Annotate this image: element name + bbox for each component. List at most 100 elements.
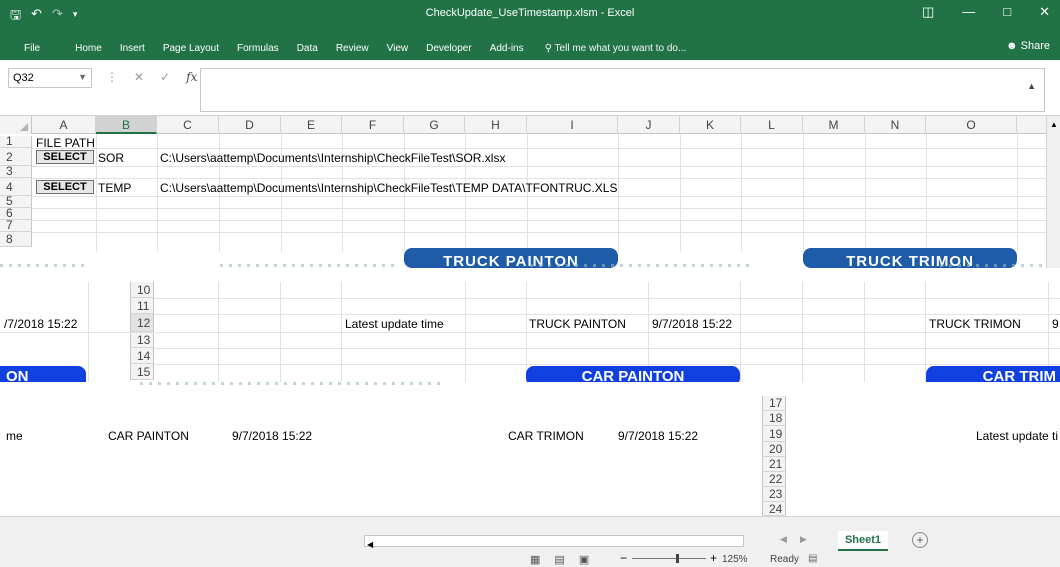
column-header-h[interactable]: H (465, 116, 527, 134)
zoom-thumb[interactable] (676, 554, 679, 563)
latest-update-fragment-right[interactable]: Latest update ti (976, 430, 1058, 442)
macro-recording-icon[interactable]: ▤ (808, 553, 817, 564)
row-header-7[interactable]: 7 (0, 219, 32, 232)
vertical-scrollbar[interactable]: ▲ (1046, 116, 1060, 276)
column-header-a[interactable]: A (32, 116, 96, 134)
left-fragment-button[interactable]: ON (0, 366, 86, 382)
car-trimon-label[interactable]: CAR TRIMON (508, 430, 584, 442)
car-painton-label[interactable]: CAR PAINTON (108, 430, 189, 442)
collapse-formula-icon[interactable]: ▲ (1027, 81, 1036, 91)
next-sheet-icon[interactable]: ▶ (800, 534, 807, 545)
row-header-23[interactable]: 23 (762, 487, 786, 502)
row-header-3[interactable]: 3 (0, 165, 32, 178)
column-header-i[interactable]: I (527, 116, 618, 134)
row-header-14[interactable]: 14 (130, 348, 154, 364)
row-header-10[interactable]: 10 (130, 282, 154, 298)
column-header-l[interactable]: L (741, 116, 803, 134)
tab-home[interactable]: Home (49, 43, 111, 54)
car-trimon-button[interactable]: CAR TRIM (926, 366, 1060, 382)
insert-function-icon[interactable]: fx (186, 70, 197, 84)
row-header-4[interactable]: 4 (0, 178, 32, 196)
chevron-down-icon[interactable]: ▼ (78, 72, 87, 82)
column-header-f[interactable]: F (342, 116, 404, 134)
minimize-icon[interactable]: — (962, 4, 975, 20)
tab-data[interactable]: Data (288, 43, 327, 54)
latest-update-label[interactable]: Latest update time (345, 318, 444, 330)
name-box[interactable]: Q32 ▼ (8, 68, 92, 88)
truck-trimon-timestamp[interactable]: 9 (1052, 318, 1059, 330)
column-header-d[interactable]: D (219, 116, 281, 134)
close-icon[interactable]: ✕ (1039, 4, 1050, 20)
zoom-level[interactable]: 125% (722, 554, 748, 565)
column-header-g[interactable]: G (404, 116, 465, 134)
ribbon-display-icon[interactable]: ◫ (922, 4, 934, 20)
row-header-18[interactable]: 18 (762, 411, 786, 426)
truck-trimon-label[interactable]: TRUCK TRIMON (929, 318, 1021, 330)
car-painton-timestamp[interactable]: 9/7/2018 15:22 (232, 430, 312, 442)
enter-icon[interactable]: ✓ (160, 70, 170, 84)
tab-formulas[interactable]: Formulas (228, 43, 288, 54)
row-header-5[interactable]: 5 (0, 195, 32, 208)
tell-me-box[interactable]: ⚲ Tell me what you want to do... (533, 43, 687, 54)
scroll-left-icon[interactable]: ◀ (365, 540, 373, 549)
row-header-2[interactable]: 2 (0, 148, 32, 166)
page-layout-view-icon[interactable]: ▤ (554, 553, 564, 566)
row-header-19[interactable]: 19 (762, 426, 786, 442)
cell-c2[interactable]: C:\Users\aattemp\Documents\Internship\Ch… (160, 152, 505, 164)
tab-add-ins[interactable]: Add-ins (481, 43, 533, 54)
row-header-8[interactable]: 8 (0, 232, 32, 247)
row-header-6[interactable]: 6 (0, 207, 32, 220)
cell-a1[interactable]: FILE PATH (36, 137, 95, 149)
share-button[interactable]: ☻ Share (1006, 40, 1050, 52)
select-all-corner[interactable] (0, 116, 32, 134)
prev-sheet-icon[interactable]: ◀ (780, 534, 787, 545)
zoom-slider[interactable]: − + (620, 551, 720, 565)
formula-input[interactable]: ▲ (200, 68, 1045, 112)
worksheet-grid[interactable]: A B C D E F G H I J K L M N O 1 2 3 4 5 … (0, 116, 1060, 516)
column-header-m[interactable]: M (803, 116, 865, 134)
cell-b2[interactable]: SOR (98, 152, 124, 164)
tab-insert[interactable]: Insert (111, 43, 154, 54)
latest-update-fragment[interactable]: me (6, 430, 23, 442)
tab-page-layout[interactable]: Page Layout (154, 43, 228, 54)
timestamp-left[interactable]: /7/2018 15:22 (4, 318, 77, 330)
page-break-view-icon[interactable]: ▣ (579, 553, 589, 566)
row-header-13[interactable]: 13 (130, 332, 154, 348)
car-trimon-timestamp[interactable]: 9/7/2018 15:22 (618, 430, 698, 442)
column-header-b[interactable]: B (96, 116, 157, 134)
column-header-c[interactable]: C (157, 116, 219, 134)
select-sor-button[interactable]: SELECT (36, 150, 94, 164)
car-painton-button[interactable]: CAR PAINTON (526, 366, 740, 382)
sheet-tab-sheet1[interactable]: Sheet1 (838, 531, 888, 551)
maximize-icon[interactable]: □ (1003, 4, 1011, 20)
row-header-12[interactable]: 12 (130, 314, 154, 332)
scroll-up-icon[interactable]: ▲ (1047, 120, 1058, 129)
cell-c4[interactable]: C:\Users\aattemp\Documents\Internship\Ch… (160, 182, 617, 194)
tab-view[interactable]: View (378, 43, 418, 54)
row-header-20[interactable]: 20 (762, 442, 786, 457)
zoom-in-icon[interactable]: + (710, 551, 717, 565)
select-temp-button[interactable]: SELECT (36, 180, 94, 194)
row-header-17[interactable]: 17 (762, 396, 786, 411)
column-header-e[interactable]: E (281, 116, 342, 134)
row-header-22[interactable]: 22 (762, 472, 786, 487)
column-header-o[interactable]: O (926, 116, 1017, 134)
row-header-21[interactable]: 21 (762, 457, 786, 472)
normal-view-icon[interactable]: ▦ (530, 553, 540, 566)
horizontal-scrollbar[interactable]: ◀ (364, 535, 744, 549)
column-header-j[interactable]: J (618, 116, 680, 134)
row-header-1[interactable]: 1 (0, 135, 32, 148)
cancel-icon[interactable]: ✕ (134, 70, 144, 84)
tab-developer[interactable]: Developer (417, 43, 481, 54)
truck-painton-timestamp[interactable]: 9/7/2018 15:22 (652, 318, 732, 330)
cell-b4[interactable]: TEMP (98, 182, 131, 194)
truck-painton-label[interactable]: TRUCK PAINTON (529, 318, 626, 330)
row-header-24[interactable]: 24 (762, 502, 786, 516)
tab-file[interactable]: File (0, 43, 49, 54)
zoom-out-icon[interactable]: − (620, 551, 627, 565)
row-header-11[interactable]: 11 (130, 298, 154, 314)
column-header-k[interactable]: K (680, 116, 741, 134)
column-header-n[interactable]: N (865, 116, 926, 134)
add-sheet-icon[interactable]: + (912, 532, 928, 548)
row-header-15[interactable]: 15 (130, 364, 154, 380)
